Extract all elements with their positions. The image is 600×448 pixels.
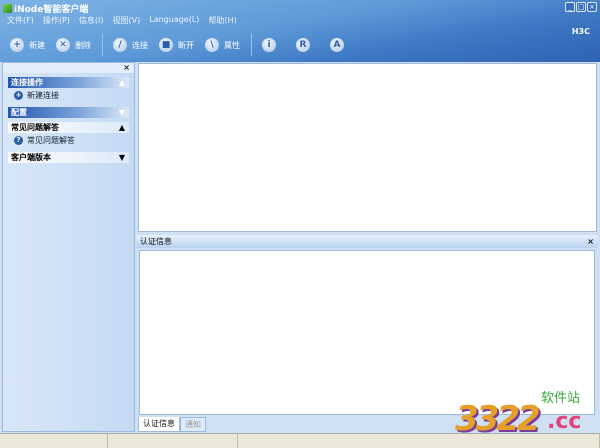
section-header[interactable]: 连接操作 ▲ <box>8 77 129 88</box>
delete-button[interactable]: ✕ 删除 <box>56 38 91 52</box>
section-version: 客户端版本 ▼ <box>8 152 129 163</box>
properties-label: 属性 <box>224 40 240 50</box>
menu-operation[interactable]: 操作(P) <box>43 15 70 26</box>
watermark-logo: 软件站 3322 .cc <box>455 385 595 445</box>
sidebar-item-faq[interactable]: ? 常见问题解答 <box>8 133 129 148</box>
r-button[interactable]: R <box>296 38 310 52</box>
section-connection-ops: 连接操作 ▲ + 新建连接 <box>8 77 129 103</box>
delete-label: 删除 <box>75 40 91 50</box>
a-icon: A <box>330 38 344 52</box>
watermark-domain: .cc <box>547 409 582 434</box>
menu-language[interactable]: Language(L) <box>149 15 199 26</box>
collapse-icon: ▲ <box>118 123 125 132</box>
item-label: 新建连接 <box>27 91 59 100</box>
disconnect-label: 断开 <box>178 40 194 50</box>
properties-button[interactable]: \ 属性 <box>205 38 240 52</box>
auth-title: 认证信息 <box>140 237 172 246</box>
connect-icon: / <box>113 38 127 52</box>
section-header[interactable]: 配置 ▼ <box>8 107 129 118</box>
section-faq: 常见问题解答 ▲ ? 常见问题解答 <box>8 122 129 148</box>
auth-tabs: 认证信息 通知 <box>138 417 206 432</box>
expand-icon: ▼ <box>118 108 125 117</box>
expand-icon: ▼ <box>118 153 125 162</box>
maximize-button[interactable]: □ <box>576 2 586 12</box>
plus-icon: + <box>14 91 23 100</box>
watermark-label: 软件站 <box>541 391 581 406</box>
minimize-button[interactable]: _ <box>565 2 575 12</box>
a-button[interactable]: A <box>330 38 344 52</box>
item-label: 常见问题解答 <box>27 136 75 145</box>
new-button[interactable]: + 新建 <box>10 38 45 52</box>
status-cell <box>0 434 108 448</box>
menu-file[interactable]: 文件(F) <box>7 15 34 26</box>
stop-icon: ■ <box>159 38 173 52</box>
window-title: iNode智能客户端 <box>3 2 88 15</box>
tab-auth-info[interactable]: 认证信息 <box>138 417 180 432</box>
auth-close-button[interactable]: × <box>587 237 594 246</box>
watermark-number: 3322 <box>455 399 541 439</box>
menu-help[interactable]: 帮助(H) <box>208 15 236 26</box>
connection-panel <box>138 63 597 232</box>
app-logo-icon <box>3 4 12 13</box>
r-icon: R <box>296 38 310 52</box>
info-button[interactable]: i <box>262 38 276 52</box>
toolbar-divider <box>102 34 103 56</box>
status-cell <box>108 434 238 448</box>
x-icon: ✕ <box>56 38 70 52</box>
sidebar-item-new-connection[interactable]: + 新建连接 <box>8 88 129 103</box>
toolbar-divider <box>251 34 252 56</box>
help-icon: ? <box>14 136 23 145</box>
section-config: 配置 ▼ <box>8 107 129 118</box>
disconnect-button[interactable]: ■ 断开 <box>159 38 194 52</box>
auth-header: 认证信息 × <box>136 235 598 248</box>
sidebar-close-button[interactable]: × <box>3 63 134 73</box>
tab-notice[interactable]: 通知 <box>180 417 206 432</box>
sidebar: × 连接操作 ▲ + 新建连接 配置 ▼ 常见问题解答 ▲ ? 常见问题解答 客户端版本 ▼ <box>2 62 135 432</box>
section-header[interactable]: 客户端版本 ▼ <box>8 152 129 163</box>
menu-view[interactable]: 视图(V) <box>113 15 141 26</box>
connect-button[interactable]: / 连接 <box>113 38 148 52</box>
title-text: iNode智能客户端 <box>14 5 89 15</box>
properties-icon: \ <box>205 38 219 52</box>
section-title: 配置 <box>11 108 27 117</box>
brand-logo: H3C <box>571 27 590 36</box>
menu-bar: 文件(F) 操作(P) 信息(I) 视图(V) Language(L) 帮助(H… <box>7 15 237 26</box>
collapse-icon: ▲ <box>118 78 125 87</box>
section-title: 常见问题解答 <box>11 123 59 132</box>
section-title: 客户端版本 <box>11 153 51 162</box>
plus-icon: + <box>10 38 24 52</box>
new-label: 新建 <box>29 40 45 50</box>
section-header[interactable]: 常见问题解答 ▲ <box>8 122 129 133</box>
menu-info[interactable]: 信息(I) <box>79 15 104 26</box>
toolbar: + 新建 ✕ 删除 / 连接 ■ 断开 \ 属性 i R A <box>10 34 355 56</box>
info-icon: i <box>262 38 276 52</box>
section-title: 连接操作 <box>11 78 43 87</box>
title-toolbar-area: iNode智能客户端 _ □ × 文件(F) 操作(P) 信息(I) 视图(V)… <box>0 0 600 62</box>
connect-label: 连接 <box>132 40 148 50</box>
window-controls: _ □ × <box>565 2 597 12</box>
close-button[interactable]: × <box>587 2 597 12</box>
